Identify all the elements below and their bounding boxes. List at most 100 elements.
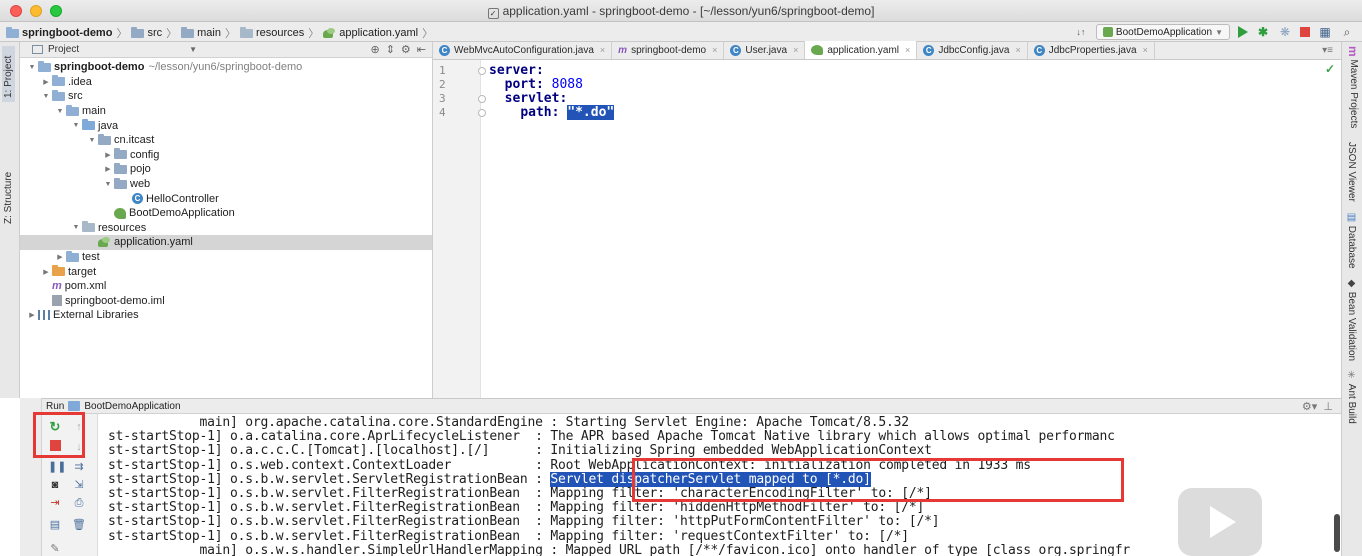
run-configuration-select[interactable]: BootDemoApplication ▼ [1095,24,1230,40]
tree-item[interactable]: ▶ test [20,250,432,265]
editor-tab[interactable]: C JdbcProperties.java × [1028,41,1155,59]
close-icon[interactable]: × [712,45,717,55]
expand-arrow-icon[interactable]: ▼ [26,64,38,71]
project-panel: Project ▼ ⊕ ⇕ ⚙ ⇤ ▼ springboot-demo ~/less… [20,42,433,398]
project-tool-tab[interactable]: 1: Project [2,46,15,102]
tab-list-icon[interactable]: ▾≡ [1322,45,1333,56]
breadcrumb-resources[interactable]: resources [239,26,304,39]
fold-marker-icon[interactable] [478,67,486,75]
tree-item[interactable]: ▼ java [20,118,432,133]
tree-item-label: springboot-demo [54,61,145,74]
editor-tab[interactable]: m springboot-demo × [612,41,725,59]
tree-item[interactable]: ▼ resources [20,221,432,236]
project-view-select[interactable]: Project [48,44,79,55]
pause-icon[interactable]: ❚❚ [48,460,66,474]
clear-icon[interactable]: 🗑 [72,518,86,532]
video-play-overlay[interactable] [1178,488,1262,556]
code-editor[interactable]: 1234 server: port: 8088 servlet: path: "… [433,60,1341,398]
expand-arrow-icon[interactable]: ▼ [86,137,98,144]
expand-arrow-icon[interactable]: ▼ [54,108,66,115]
collapse-arrow-icon[interactable]: ▶ [40,78,52,86]
tree-item[interactable]: ▼ web [20,177,432,192]
json-viewer-tab[interactable]: JSON Viewer [1346,142,1357,202]
camera-icon[interactable]: ◙ [48,478,62,492]
collapse-arrow-icon[interactable]: ▶ [102,151,114,159]
console-scrollbar[interactable] [1334,514,1340,552]
scroll-to-end-icon[interactable]: ⇲ [72,478,86,492]
editor-tab[interactable]: C WebMvcAutoConfiguration.java × [433,41,613,59]
tree-item[interactable]: ▶ config [20,148,432,163]
breadcrumb-src[interactable]: src [131,26,162,39]
yaml-value: 8088 [551,77,583,92]
tree-item[interactable]: BootDemoApplication [20,206,432,221]
tree-item[interactable]: ▼ main [20,104,432,119]
run-panel-title: Run [46,400,65,412]
collapse-arrow-icon[interactable]: ▶ [102,165,114,173]
gear-icon[interactable]: ⚙▾ [1302,401,1317,413]
project-structure-icon[interactable]: ▦ [1318,25,1332,39]
bean-validation-tab[interactable]: ◆ Bean Validation [1346,278,1357,361]
hide-icon[interactable]: ⇤ [417,43,426,56]
collapse-all-icon[interactable]: ⇕ [386,43,395,56]
ant-build-tab[interactable]: ✳ Ant Build [1346,370,1357,424]
debug-icon[interactable]: ✱ [1256,25,1270,39]
run-icon[interactable] [1238,26,1248,38]
database-tab[interactable]: ▤ Database [1346,212,1357,269]
structure-tool-tab[interactable]: Z: Structure [2,154,15,226]
tree-item[interactable]: ▶ .idea [20,75,432,90]
collapse-arrow-icon[interactable]: ▶ [26,311,38,319]
tree-item[interactable]: application.yaml [20,235,432,250]
close-icon[interactable]: × [793,45,798,55]
expand-arrow-icon[interactable]: ▼ [70,122,82,129]
tree-item[interactable]: ▶ External Libraries [20,308,432,323]
print-icon[interactable]: ⎙ [72,496,86,510]
close-icon[interactable]: × [1143,45,1148,55]
collapse-arrow-icon[interactable]: ▶ [54,253,66,261]
right-tool-strip: m Maven Projects JSON Viewer ▤ Database … [1341,42,1362,556]
exit-icon[interactable]: ⇥ [48,496,62,510]
editor-tab[interactable]: C JdbcConfig.java × [917,41,1028,59]
coverage-icon[interactable]: ❋ [1278,25,1292,39]
close-icon[interactable]: × [600,45,605,55]
tree-item[interactable]: C HelloController [20,191,432,206]
gear-icon[interactable]: ⚙ [401,43,411,56]
editor-tab-label: application.yaml [827,44,900,56]
maven-projects-tab[interactable]: m Maven Projects [1346,46,1360,128]
layout-icon[interactable]: ▤ [48,518,62,532]
tree-item[interactable]: ▶ pojo [20,162,432,177]
yaml-icon [98,236,111,248]
expand-arrow-icon[interactable]: ▼ [70,224,82,231]
tree-item[interactable]: ▼ src [20,89,432,104]
tree-item[interactable]: ▼ springboot-demo ~/lesson/yun6/springboot… [20,60,432,75]
fold-marker-icon[interactable] [478,95,486,103]
run-config-name[interactable]: BootDemoApplication [84,401,180,412]
soft-wrap-icon[interactable]: ⇉ [72,460,86,474]
locate-icon[interactable]: ⊕ [370,43,379,56]
search-icon[interactable]: ⌕ [1340,25,1354,39]
yaml-icon [811,45,824,55]
tree-item[interactable]: ▶ target [20,264,432,279]
stop-icon[interactable] [1300,27,1310,37]
editor-tab[interactable]: C User.java × [724,41,806,59]
tree-item[interactable]: m pom.xml [20,279,432,294]
tree-item-label: External Libraries [53,309,139,322]
inspection-ok-icon[interactable]: ✓ [1325,62,1335,76]
close-icon[interactable]: × [905,45,910,55]
breadcrumb-main[interactable]: main [181,26,221,39]
tree-item[interactable]: springboot-demo.iml [20,294,432,309]
editor-tab-label: JdbcProperties.java [1048,44,1137,56]
breadcrumb-project[interactable]: springboot-demo [6,26,112,39]
chevron-down-icon[interactable]: ▼ [189,45,197,54]
breadcrumb-file[interactable]: application.yaml [323,27,418,39]
expand-arrow-icon[interactable]: ▼ [102,181,114,188]
fold-marker-icon[interactable] [478,109,486,117]
pin-icon[interactable]: ✎ [48,542,62,556]
sort-icon[interactable]: ↓↑ [1074,25,1088,39]
collapse-arrow-icon[interactable]: ▶ [40,268,52,276]
editor-tab[interactable]: application.yaml × [805,41,918,59]
hide-panel-icon[interactable]: ⊥ [1323,401,1333,413]
expand-arrow-icon[interactable]: ▼ [40,93,52,100]
tree-item[interactable]: ▼ cn.itcast [20,133,432,148]
close-icon[interactable]: × [1015,45,1020,55]
line-number: 3 [439,92,446,105]
